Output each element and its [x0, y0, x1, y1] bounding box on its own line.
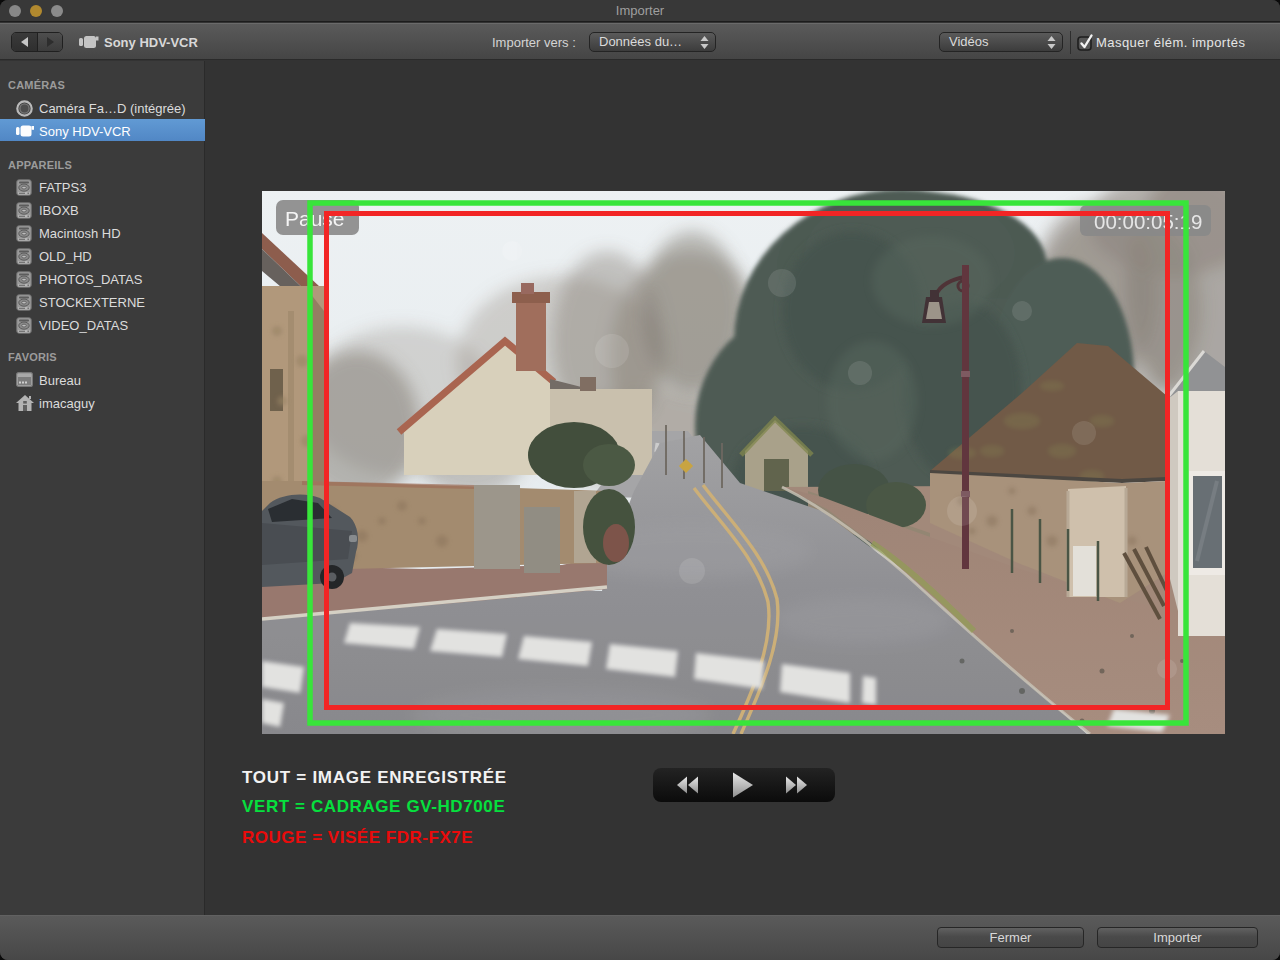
svg-text:Pause: Pause [285, 207, 345, 230]
